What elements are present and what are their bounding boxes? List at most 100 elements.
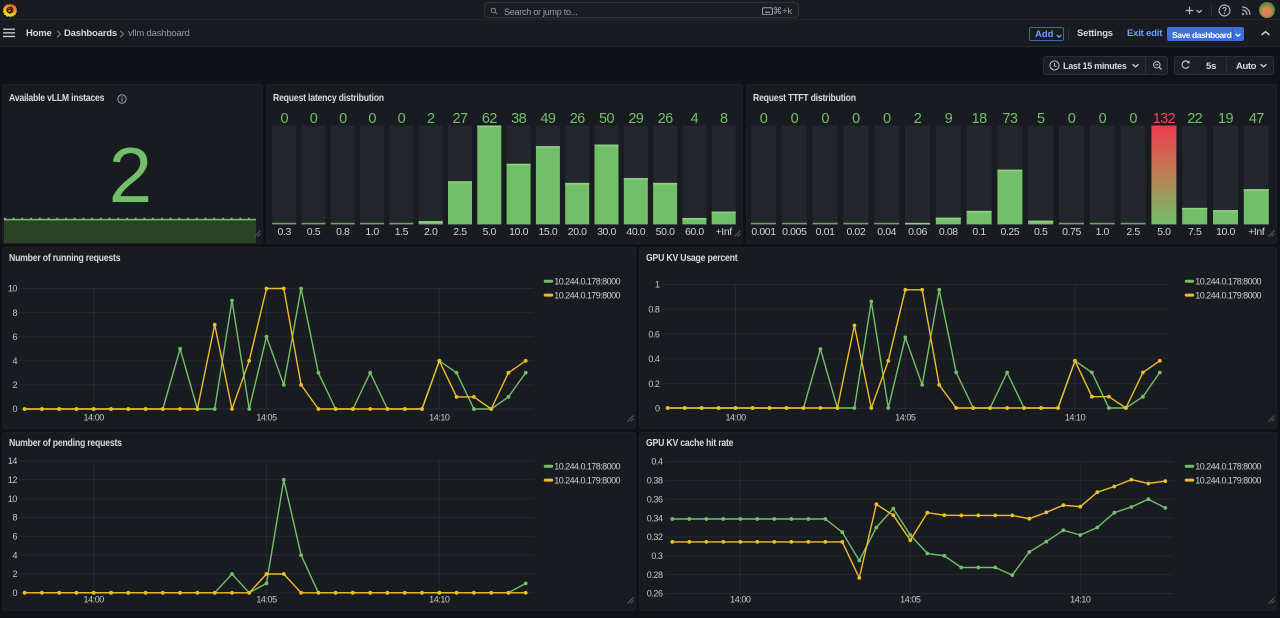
svg-text:0.26: 0.26: [647, 589, 663, 599]
svg-text:14:10: 14:10: [429, 595, 450, 605]
svg-text:14:05: 14:05: [256, 413, 277, 423]
svg-text:0.6: 0.6: [648, 329, 660, 339]
svg-text:49: 49: [540, 111, 555, 127]
svg-text:30.0: 30.0: [597, 226, 616, 238]
svg-text:19: 19: [1218, 111, 1233, 127]
svg-text:4: 4: [12, 550, 17, 560]
svg-text:18: 18: [972, 111, 987, 127]
svg-text:0.001: 0.001: [751, 226, 776, 238]
svg-text:38: 38: [511, 111, 526, 127]
svg-text:5: 5: [1037, 111, 1045, 127]
svg-text:10.244.0.178:8000: 10.244.0.178:8000: [1195, 462, 1261, 472]
svg-text:50.0: 50.0: [656, 226, 675, 238]
svg-text:+Inf: +Inf: [1248, 226, 1265, 238]
svg-text:1.5: 1.5: [395, 226, 409, 238]
svg-text:0: 0: [12, 404, 17, 414]
svg-text:0: 0: [339, 111, 347, 127]
svg-text:0: 0: [1099, 111, 1107, 127]
svg-text:0: 0: [280, 111, 288, 127]
svg-text:0.38: 0.38: [647, 476, 663, 486]
svg-text:2: 2: [109, 131, 152, 219]
svg-text:0: 0: [760, 111, 768, 127]
svg-text:9: 9: [945, 111, 953, 127]
svg-text:0.08: 0.08: [939, 226, 958, 238]
svg-text:60.0: 60.0: [685, 226, 704, 238]
svg-text:20.0: 20.0: [568, 226, 587, 238]
svg-text:0.04: 0.04: [877, 226, 896, 238]
svg-text:14:05: 14:05: [895, 413, 916, 423]
svg-text:10: 10: [8, 494, 18, 504]
svg-text:40.0: 40.0: [626, 226, 645, 238]
svg-text:14:00: 14:00: [84, 413, 105, 423]
svg-text:132: 132: [1153, 111, 1176, 127]
svg-text:2.5: 2.5: [453, 226, 467, 238]
svg-text:2: 2: [914, 111, 922, 127]
svg-text:0.02: 0.02: [846, 226, 865, 238]
svg-text:10.244.0.179:8000: 10.244.0.179:8000: [554, 291, 620, 301]
svg-text:10.244.0.179:8000: 10.244.0.179:8000: [1195, 476, 1261, 486]
svg-text:14:10: 14:10: [1065, 413, 1086, 423]
svg-text:6: 6: [12, 532, 17, 542]
svg-text:0: 0: [1068, 111, 1076, 127]
svg-text:8: 8: [12, 513, 17, 523]
svg-text:7.5: 7.5: [1188, 226, 1202, 238]
svg-text:4: 4: [12, 356, 17, 366]
svg-text:5.0: 5.0: [1157, 226, 1171, 238]
svg-text:1: 1: [655, 280, 660, 290]
svg-text:10.0: 10.0: [1216, 226, 1235, 238]
svg-text:0.32: 0.32: [647, 532, 663, 542]
svg-text:14:00: 14:00: [84, 595, 105, 605]
svg-text:27: 27: [453, 111, 468, 127]
svg-text:14:00: 14:00: [725, 413, 746, 423]
svg-text:14: 14: [8, 456, 18, 466]
svg-text:14:10: 14:10: [1070, 595, 1091, 605]
svg-text:0.005: 0.005: [782, 226, 807, 238]
svg-text:10.0: 10.0: [509, 226, 528, 238]
svg-text:47: 47: [1249, 111, 1264, 127]
svg-text:10.244.0.178:8000: 10.244.0.178:8000: [1195, 277, 1261, 287]
svg-text:14:00: 14:00: [730, 595, 751, 605]
svg-text:2.5: 2.5: [1126, 226, 1140, 238]
svg-text:0.4: 0.4: [648, 354, 660, 364]
svg-text:0: 0: [398, 111, 406, 127]
svg-text:73: 73: [1002, 111, 1017, 127]
svg-text:5.0: 5.0: [483, 226, 497, 238]
svg-text:26: 26: [570, 111, 585, 127]
svg-text:0: 0: [310, 111, 318, 127]
svg-text:0.8: 0.8: [336, 226, 350, 238]
svg-text:0.28: 0.28: [647, 570, 663, 580]
svg-text:0: 0: [852, 111, 860, 127]
svg-text:22: 22: [1187, 111, 1202, 127]
svg-text:2: 2: [12, 569, 17, 579]
svg-text:10.244.0.178:8000: 10.244.0.178:8000: [554, 277, 620, 287]
svg-text:0: 0: [821, 111, 829, 127]
svg-text:62: 62: [482, 111, 497, 127]
svg-text:0: 0: [1129, 111, 1137, 127]
svg-text:0.01: 0.01: [816, 226, 835, 238]
svg-text:14:05: 14:05: [900, 595, 921, 605]
svg-text:0.06: 0.06: [908, 226, 927, 238]
svg-text:+Inf: +Inf: [716, 226, 733, 238]
svg-text:0.1: 0.1: [972, 226, 986, 238]
svg-text:0.8: 0.8: [648, 305, 660, 315]
svg-text:0.25: 0.25: [1000, 226, 1019, 238]
svg-text:0.4: 0.4: [651, 457, 663, 467]
svg-text:0.3: 0.3: [651, 551, 663, 561]
svg-text:0.5: 0.5: [1034, 226, 1048, 238]
svg-text:10.244.0.179:8000: 10.244.0.179:8000: [1195, 291, 1261, 301]
svg-text:6: 6: [12, 332, 17, 342]
svg-text:10: 10: [8, 284, 18, 294]
svg-text:1.0: 1.0: [1096, 226, 1110, 238]
svg-text:8: 8: [12, 308, 17, 318]
svg-text:8: 8: [720, 111, 728, 127]
svg-text:29: 29: [628, 111, 643, 127]
svg-text:50: 50: [599, 111, 614, 127]
svg-text:15.0: 15.0: [538, 226, 557, 238]
svg-text:10.244.0.178:8000: 10.244.0.178:8000: [554, 462, 620, 472]
svg-text:0: 0: [12, 588, 17, 598]
svg-text:0.34: 0.34: [647, 513, 663, 523]
svg-text:0: 0: [791, 111, 799, 127]
svg-text:0.75: 0.75: [1062, 226, 1081, 238]
svg-text:0.36: 0.36: [647, 494, 663, 504]
svg-text:0: 0: [368, 111, 376, 127]
